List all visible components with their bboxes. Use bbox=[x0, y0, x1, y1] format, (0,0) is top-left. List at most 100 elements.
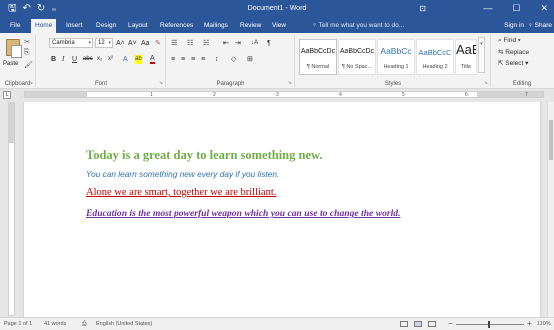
style-heading-1[interactable]: AaBbCc Heading 1 bbox=[377, 39, 415, 75]
format-painter-icon[interactable]: 🖌 bbox=[24, 61, 33, 69]
tab-references[interactable]: References bbox=[156, 19, 197, 33]
multilevel-list-button[interactable]: ☵ bbox=[203, 39, 209, 48]
paragraph-launcher-icon[interactable]: ↘ bbox=[288, 80, 292, 86]
clipboard-group: Paste ✂ ⎘ 🖌 Clipboard ↘ bbox=[0, 35, 36, 87]
change-case-button[interactable]: Aa bbox=[141, 39, 150, 48]
justify-button[interactable]: ≡ bbox=[201, 55, 205, 64]
doc-line-2[interactable]: You can learn something new every day if… bbox=[86, 169, 279, 179]
align-left-button[interactable]: ≡ bbox=[171, 55, 175, 64]
restore-button[interactable]: ☐ bbox=[512, 3, 520, 14]
superscript-button[interactable]: x² bbox=[108, 55, 113, 64]
minimize-button[interactable]: — bbox=[483, 3, 492, 14]
replace-button[interactable]: ⇆ Replace bbox=[498, 48, 529, 56]
close-button[interactable]: ✕ bbox=[540, 3, 548, 14]
bold-button[interactable]: B bbox=[51, 55, 56, 64]
zoom-out-button[interactable]: − bbox=[448, 319, 453, 328]
styles-launcher-icon[interactable]: ↘ bbox=[484, 80, 488, 86]
tab-design[interactable]: Design bbox=[92, 19, 120, 33]
decrease-indent-button[interactable]: ⇤ bbox=[223, 39, 229, 48]
tab-review[interactable]: Review bbox=[236, 19, 265, 33]
web-layout-icon[interactable] bbox=[428, 321, 436, 327]
paste-button[interactable]: Paste bbox=[3, 61, 18, 67]
doc-line-3[interactable]: Alone we are smart, together we are bril… bbox=[86, 187, 276, 198]
zoom-slider[interactable] bbox=[456, 321, 524, 328]
tab-home[interactable]: Home bbox=[31, 19, 57, 33]
share-button[interactable]: ♀ Share bbox=[528, 19, 552, 33]
tab-file[interactable]: File bbox=[6, 19, 24, 33]
vertical-ruler[interactable] bbox=[8, 102, 15, 316]
font-group: Cambria ▾ 12 ▾ A˄ A˅ Aa ✎ B I U abc x₂ x… bbox=[37, 35, 166, 87]
underline-button[interactable]: U bbox=[72, 55, 77, 64]
find-button[interactable]: ⌕ Find ▾ bbox=[498, 37, 521, 45]
increase-indent-button[interactable]: ⇥ bbox=[235, 39, 241, 48]
font-color-button[interactable]: A bbox=[150, 55, 155, 64]
document-page[interactable]: Today is a great day to learn something … bbox=[24, 102, 540, 317]
sort-button[interactable]: ↓A bbox=[251, 39, 258, 48]
select-button[interactable]: ⇱ Select ▾ bbox=[498, 59, 528, 67]
styles-group: AaBbCcDc ¶ Normal AaBbCcDc ¶ No Spac... … bbox=[296, 35, 491, 87]
strikethrough-button[interactable]: abc bbox=[83, 55, 93, 64]
font-name-combo[interactable]: Cambria ▾ bbox=[49, 38, 93, 48]
doc-line-1[interactable]: Today is a great day to learn something … bbox=[86, 148, 322, 163]
style-no-spacing[interactable]: AaBbCcDc ¶ No Spac... bbox=[338, 39, 376, 75]
ruler-number: 6 bbox=[465, 92, 468, 98]
tell-me-search[interactable]: ♀ Tell me what you want to do... bbox=[312, 19, 404, 33]
paragraph-group-label: Paragraph bbox=[216, 81, 245, 87]
numbering-button[interactable]: ☷ bbox=[187, 39, 193, 48]
tab-mailings[interactable]: Mailings bbox=[200, 19, 232, 33]
shading-button[interactable]: ◇ bbox=[231, 55, 236, 64]
style-title[interactable]: AaB Title bbox=[455, 39, 477, 75]
show-marks-button[interactable]: ¶ bbox=[267, 39, 271, 48]
grow-font-button[interactable]: A˄ bbox=[116, 39, 125, 48]
styles-group-label: Styles bbox=[384, 81, 402, 87]
scrollbar-thumb[interactable] bbox=[549, 120, 553, 160]
doc-line-4[interactable]: Education is the most powerful weapon wh… bbox=[86, 208, 401, 219]
zoom-level[interactable]: 110% bbox=[537, 321, 551, 327]
clipboard-launcher-icon[interactable]: ↘ bbox=[29, 80, 33, 86]
ruler-number: 2 bbox=[213, 92, 216, 98]
sign-in-link[interactable]: Sign in bbox=[504, 19, 524, 33]
style-name: Heading 1 bbox=[383, 64, 409, 70]
tab-selector[interactable]: L bbox=[3, 91, 11, 99]
align-center-button[interactable]: ≡ bbox=[181, 55, 185, 64]
cut-icon[interactable]: ✂ bbox=[24, 38, 30, 46]
page-count[interactable]: Page 1 of 1 bbox=[4, 321, 32, 327]
ruler-number: 1 bbox=[150, 92, 153, 98]
ruler-number: 3 bbox=[276, 92, 279, 98]
tab-insert[interactable]: Insert bbox=[62, 19, 86, 33]
proofing-icon[interactable]: ⎙ bbox=[82, 321, 86, 328]
italic-button[interactable]: I bbox=[62, 55, 64, 64]
borders-button[interactable]: ⊞ bbox=[247, 55, 253, 64]
style-name: ¶ Normal bbox=[306, 64, 330, 70]
vertical-scrollbar[interactable] bbox=[547, 102, 554, 317]
align-right-button[interactable]: ≡ bbox=[191, 55, 195, 64]
style-preview: AaBbCcDc bbox=[300, 48, 336, 55]
copy-icon[interactable]: ⎘ bbox=[24, 49, 30, 57]
language-indicator[interactable]: English (United States) bbox=[96, 321, 152, 327]
style-normal[interactable]: AaBbCcDc ¶ Normal bbox=[299, 39, 337, 75]
paste-icon[interactable] bbox=[6, 39, 22, 58]
line-spacing-button[interactable]: ↕ bbox=[215, 55, 219, 64]
style-name: Heading 2 bbox=[422, 64, 448, 70]
zoom-in-button[interactable]: + bbox=[527, 319, 532, 328]
text-effects-button[interactable]: A bbox=[123, 55, 128, 64]
font-launcher-icon[interactable]: ↘ bbox=[159, 80, 163, 86]
document-area[interactable]: Today is a great day to learn something … bbox=[18, 102, 546, 317]
bullets-button[interactable]: ☰ bbox=[171, 39, 177, 48]
subscript-button[interactable]: x₂ bbox=[97, 55, 102, 64]
print-layout-icon[interactable] bbox=[414, 321, 422, 327]
ruler-number: 4 bbox=[339, 92, 342, 98]
tab-layout[interactable]: Layout bbox=[124, 19, 152, 33]
styles-more-button[interactable]: ▾ bbox=[478, 37, 485, 73]
word-count[interactable]: 41 words bbox=[44, 321, 66, 327]
top-margin-area bbox=[9, 103, 14, 143]
shrink-font-button[interactable]: A˅ bbox=[128, 39, 137, 48]
clear-formatting-icon[interactable]: ✎ bbox=[155, 39, 161, 48]
read-mode-icon[interactable] bbox=[400, 321, 408, 327]
style-heading-2[interactable]: AaBbCcC Heading 2 bbox=[416, 39, 454, 75]
highlight-color-button[interactable]: ab bbox=[135, 55, 142, 64]
ribbon-display-options-icon[interactable]: ⊡ bbox=[419, 4, 426, 13]
horizontal-ruler[interactable]: L 1 2 3 4 5 6 7 bbox=[0, 89, 554, 101]
font-size-combo[interactable]: 12 ▾ bbox=[95, 38, 113, 48]
tab-view[interactable]: View bbox=[268, 19, 290, 33]
